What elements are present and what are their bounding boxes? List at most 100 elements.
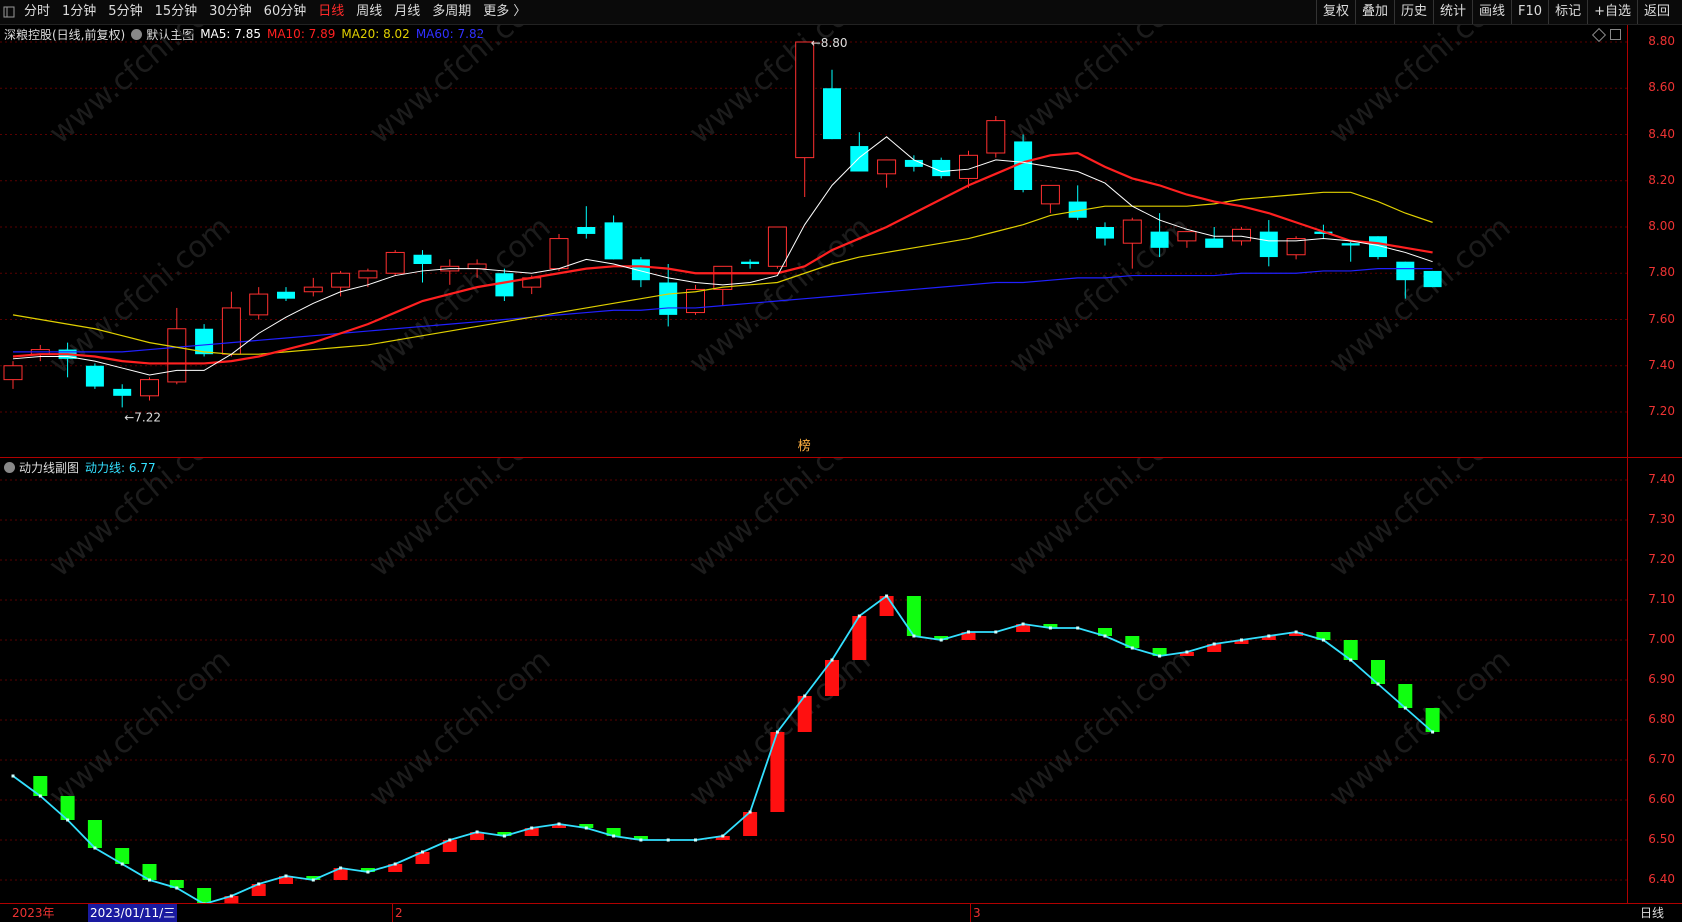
power-line-point [803, 694, 807, 698]
power-line-point [229, 894, 233, 898]
power-line-point [1267, 634, 1271, 638]
price-tick: 7.60 [1648, 311, 1675, 326]
power-line-point [1158, 654, 1162, 658]
toolbar-action[interactable]: 叠加 [1354, 0, 1394, 24]
power-line-point [148, 878, 151, 882]
window-icon[interactable] [0, 0, 18, 24]
power-line-point [339, 866, 343, 870]
power-line-point [1349, 658, 1353, 662]
candle-body [741, 261, 760, 264]
candle-body [823, 88, 841, 140]
value-tick: 6.80 [1648, 712, 1675, 726]
power-line-point [11, 774, 15, 778]
cursor-date: 2023/01/11/三 [88, 904, 178, 922]
period-tab[interactable]: 5分钟 [102, 0, 148, 24]
action-bar: 复权 叠加 历史 统计 画线 F10 标记 +自选 返回 [1315, 0, 1676, 24]
power-line-point [666, 838, 670, 842]
candle-body [850, 146, 869, 172]
power-line-point [939, 638, 943, 642]
watermark: www.cfchi.com [1003, 458, 1198, 584]
power-line-point [1212, 642, 1216, 646]
candle-body [1040, 184, 1060, 205]
candle-body [795, 41, 815, 159]
toolbar-action[interactable]: 复权 [1315, 0, 1355, 24]
power-line-point [994, 630, 998, 634]
period-tab[interactable]: 日线 [312, 0, 350, 24]
candle-body [1177, 231, 1197, 242]
period-tab[interactable]: 分时 [18, 0, 56, 24]
period-tab[interactable]: 15分钟 [149, 0, 204, 24]
candle-body [932, 159, 951, 177]
power-line-point [885, 594, 889, 598]
power-line-point [612, 834, 616, 838]
power-line-chart[interactable]: www.cfchi.com www.cfchi.com www.cfchi.com w… [0, 458, 1627, 903]
value-tick: 6.40 [1648, 872, 1675, 886]
high-price-marker: ←8.80 [811, 36, 848, 50]
toolbar-action[interactable]: 统计 [1433, 0, 1472, 24]
toolbar-action[interactable]: 历史 [1393, 0, 1433, 24]
power-line-point [694, 838, 697, 842]
candle-body [1259, 231, 1278, 258]
candle-body [358, 270, 378, 279]
price-tick: 8.40 [1648, 126, 1675, 141]
power-line-point [257, 882, 261, 886]
candle-body [1423, 270, 1442, 288]
period-tab[interactable]: 60分钟 [258, 0, 313, 24]
toolbar-action[interactable]: F10 [1511, 0, 1548, 24]
power-line-point [1321, 638, 1325, 642]
watermark: www.cfchi.com [1003, 643, 1198, 814]
value-tick: 7.00 [1648, 632, 1675, 646]
toolbar-action[interactable]: +自选 [1587, 0, 1637, 24]
power-line-point [448, 838, 452, 842]
power-line-point [830, 658, 834, 662]
sub-value-axis: 7.40 7.30 7.20 7.10 7.00 6.90 6.80 6.70 6.60 6.50… [1627, 458, 1682, 903]
candle-body [467, 263, 487, 270]
value-tick: 6.70 [1648, 752, 1675, 766]
price-tick: 8.80 [1648, 34, 1675, 48]
candle-body [1341, 243, 1360, 246]
value-tick: 7.10 [1648, 592, 1675, 606]
period-tab[interactable]: 月线 [388, 0, 426, 24]
date-axis: 2023年 2023/01/11/三 2 3 日线 [0, 903, 1682, 922]
period-tab[interactable]: 1分钟 [56, 0, 102, 24]
value-tick: 7.20 [1648, 552, 1675, 566]
power-line-point [775, 730, 779, 734]
watermark: www.cfchi.com [1323, 643, 1518, 814]
power-line-point [584, 826, 588, 830]
value-tick: 6.50 [1648, 832, 1675, 846]
period-tab[interactable]: 更多 〉 [477, 0, 532, 24]
candle-body [659, 282, 678, 315]
candle-body [904, 159, 923, 167]
toolbar-action[interactable]: 标记 [1548, 0, 1587, 24]
power-line-point [1103, 634, 1107, 638]
watermark: www.cfchi.com [363, 643, 558, 814]
candle-body [303, 286, 323, 293]
watermark: www.cfchi.com [1323, 458, 1518, 584]
period-tab[interactable]: 多周期 [426, 0, 477, 24]
power-line-point [1076, 626, 1080, 630]
power-line [12, 594, 1434, 903]
power-line-point [421, 850, 424, 854]
power-line-point [1403, 706, 1407, 710]
period-tab[interactable]: 30分钟 [203, 0, 258, 24]
candle-body [249, 293, 269, 316]
price-tick: 8.20 [1648, 172, 1675, 187]
candle-body [1205, 238, 1224, 248]
watermark: www.cfchi.com [683, 458, 878, 584]
low-price-marker: ←7.22 [124, 410, 161, 424]
toolbar-action[interactable]: 返回 [1636, 0, 1676, 24]
power-line-point [1431, 730, 1435, 734]
power-line-point [1240, 638, 1243, 642]
candle-body [1150, 231, 1169, 248]
period-tab[interactable]: 周线 [350, 0, 388, 24]
power-line-point [475, 830, 479, 834]
candle-body [85, 365, 104, 387]
toolbar-action[interactable]: 画线 [1472, 0, 1511, 24]
power-line-point [530, 826, 534, 830]
value-tick: 7.40 [1648, 472, 1675, 486]
value-tick: 6.90 [1648, 672, 1675, 686]
candle-body [277, 291, 295, 299]
candlestick-chart[interactable]: www.cfchi.comwww.cfchi.comwww.cfchi.comw… [0, 25, 1627, 457]
power-line-point [1294, 630, 1298, 634]
candle-body [167, 328, 187, 383]
